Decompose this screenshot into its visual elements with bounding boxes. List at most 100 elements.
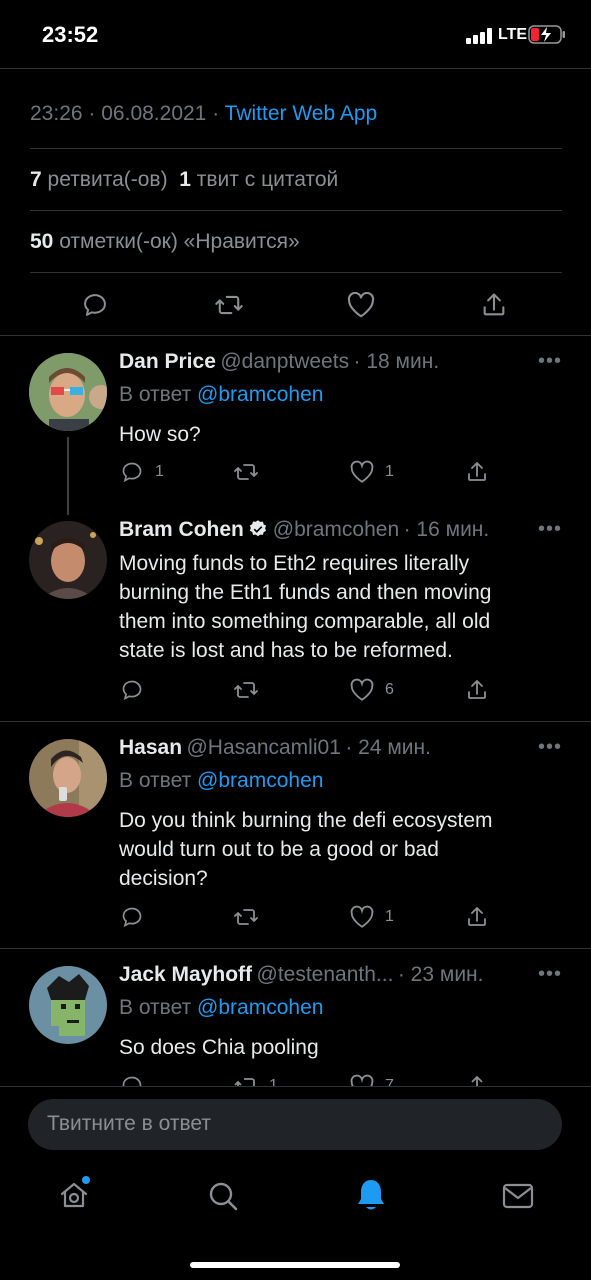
author-handle[interactable]: @testenanth... xyxy=(257,963,394,986)
reply-time: · 16 мин. xyxy=(403,518,490,541)
share-icon[interactable] xyxy=(465,905,489,929)
reply-text: How so? xyxy=(119,423,201,446)
notification-dot xyxy=(82,1176,90,1184)
compose-divider xyxy=(0,1086,591,1087)
reply-to-handle[interactable]: @bramcohen xyxy=(197,996,323,1019)
tweet-time: 23:26 xyxy=(30,102,83,125)
retweet-icon[interactable] xyxy=(233,460,259,484)
tweet-source-link[interactable]: Twitter Web App xyxy=(225,102,378,125)
retweet-icon[interactable] xyxy=(233,678,259,702)
meta-separator: · xyxy=(88,102,96,125)
reply-prefix: В ответ xyxy=(119,769,192,792)
network-label: LTE xyxy=(498,26,528,43)
retweet-icon[interactable] xyxy=(233,905,259,929)
avatar[interactable] xyxy=(29,739,107,817)
home-indicator xyxy=(190,1262,400,1268)
header-divider xyxy=(0,68,591,69)
avatar[interactable] xyxy=(29,966,107,1044)
reply-icon[interactable] xyxy=(120,678,144,702)
reply-header: Bram Cohen @bramcohen · 16 мин. xyxy=(119,518,489,542)
like-icon[interactable] xyxy=(349,905,375,929)
reply-to-line: В ответ @bramcohen xyxy=(119,383,323,407)
text-line: burning the Eth1 funds and then moving xyxy=(119,581,492,604)
likes-stats[interactable]: 50 отметки(-ок) «Нравится» xyxy=(30,230,300,254)
reply-to-handle[interactable]: @bramcohen xyxy=(197,383,323,406)
share-icon[interactable] xyxy=(480,291,508,319)
reply-prefix: В ответ xyxy=(119,996,192,1019)
avatar[interactable] xyxy=(29,521,107,599)
thread-line xyxy=(67,437,69,515)
more-options-icon[interactable]: ••• xyxy=(538,963,562,986)
like-icon[interactable] xyxy=(346,291,376,319)
text-line: them into something comparable, all old xyxy=(119,610,491,633)
divider xyxy=(30,210,562,211)
like-icon[interactable] xyxy=(349,678,375,702)
like-count: 7 xyxy=(385,1077,394,1086)
more-options-icon[interactable]: ••• xyxy=(538,350,562,373)
retweet-count: 1 xyxy=(269,1077,278,1086)
text-line: decision? xyxy=(119,867,208,890)
share-icon[interactable] xyxy=(465,460,489,484)
reply-to-handle[interactable]: @bramcohen xyxy=(197,769,323,792)
divider xyxy=(0,335,591,336)
like-icon[interactable] xyxy=(349,1074,375,1086)
like-count: 1 xyxy=(385,908,394,925)
like-count: 1 xyxy=(385,463,394,480)
avatar[interactable] xyxy=(29,353,107,431)
tweet-date: 06.08.2021 xyxy=(101,102,207,125)
reply-header: Hasan @Hasancamli01 · 24 мин. xyxy=(119,736,431,760)
verified-badge-icon xyxy=(250,520,267,537)
retweet-icon[interactable] xyxy=(233,1074,259,1086)
reply-icon[interactable] xyxy=(120,905,144,929)
compose-placeholder: Твитните в ответ xyxy=(47,1112,211,1135)
text-line: Moving funds to Eth2 requires literally xyxy=(119,552,470,575)
author-name[interactable]: Dan Price xyxy=(119,350,216,373)
author-handle[interactable]: @bramcohen xyxy=(273,518,399,541)
likes-count: 50 xyxy=(30,230,54,253)
battery-icon xyxy=(528,25,566,44)
reply-to-line: В ответ @bramcohen xyxy=(119,769,323,793)
reply-header: Jack Mayhoff @testenanth... · 23 мин. xyxy=(119,963,483,987)
author-name[interactable]: Bram Cohen xyxy=(119,518,244,541)
reply-text: Do you think burning the defi ecosystem … xyxy=(119,806,493,893)
reply-header: Dan Price @danptweets · 18 мин. xyxy=(119,350,439,374)
retweet-stats[interactable]: 7 ретвита(-ов) 1 твит с цитатой xyxy=(30,168,338,192)
reply-time: · 18 мин. xyxy=(353,350,440,373)
reply-to-line: В ответ @bramcohen xyxy=(119,996,323,1020)
retweets-count: 7 xyxy=(30,168,42,191)
reply-count: 1 xyxy=(155,463,164,480)
author-name[interactable]: Hasan xyxy=(119,736,182,759)
retweet-icon[interactable] xyxy=(214,291,244,319)
reply-time: · 23 мин. xyxy=(397,963,484,986)
text-line: Do you think burning the defi ecosystem xyxy=(119,809,493,832)
likes-label: отметки(-ок) «Нравится» xyxy=(59,230,300,253)
more-options-icon[interactable]: ••• xyxy=(538,518,562,541)
text-line: state is lost and has to be reformed. xyxy=(119,639,453,662)
reply-icon[interactable] xyxy=(81,291,109,319)
divider xyxy=(30,272,562,273)
author-name[interactable]: Jack Mayhoff xyxy=(119,963,252,986)
more-options-icon[interactable]: ••• xyxy=(538,736,562,759)
author-handle[interactable]: @Hasancamli01 xyxy=(186,736,340,759)
share-icon[interactable] xyxy=(465,1074,489,1086)
meta-separator: · xyxy=(212,102,220,125)
share-icon[interactable] xyxy=(465,678,489,702)
divider xyxy=(30,148,562,149)
notifications-icon[interactable] xyxy=(355,1178,387,1212)
quotes-count: 1 xyxy=(179,168,191,191)
messages-icon[interactable] xyxy=(502,1182,534,1210)
reply-item-clipped: Jack Mayhoff @testenanth... · 23 мин. ••… xyxy=(0,948,591,1086)
quotes-label: твит с цитатой xyxy=(196,168,339,191)
tweet-meta: 23:26 · 06.08.2021 · Twitter Web App xyxy=(30,102,377,126)
search-icon[interactable] xyxy=(207,1180,239,1212)
like-icon[interactable] xyxy=(349,460,375,484)
reply-text: Moving funds to Eth2 requires literally … xyxy=(119,549,491,665)
reply-text: So does Chia pooling xyxy=(119,1036,319,1059)
divider xyxy=(0,721,591,722)
author-handle[interactable]: @danptweets xyxy=(220,350,349,373)
retweets-label: ретвита(-ов) xyxy=(47,168,168,191)
reply-time: · 24 мин. xyxy=(345,736,431,759)
reply-icon[interactable] xyxy=(120,460,144,484)
text-line: would turn out to be a good or bad xyxy=(119,838,439,861)
reply-icon[interactable] xyxy=(120,1074,144,1086)
